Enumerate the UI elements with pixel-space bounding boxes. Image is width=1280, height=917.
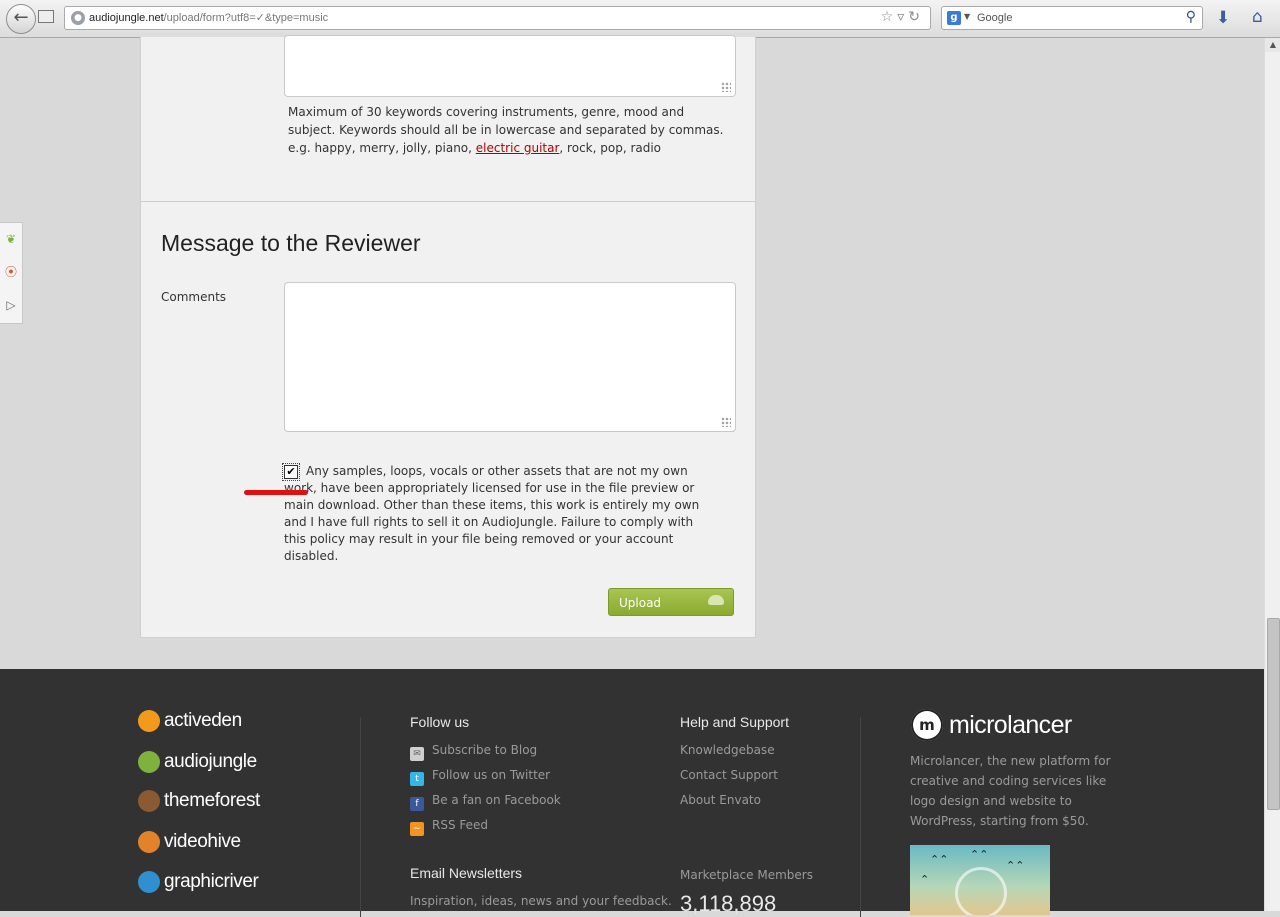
section-divider bbox=[141, 201, 755, 202]
bookmark-star-icon[interactable]: ☆ bbox=[881, 9, 898, 25]
microlancer-promo-image[interactable]: ⌃⌃ ⌃⌃ ⌃ ⌃⌃ bbox=[910, 845, 1050, 915]
globe-icon: ● bbox=[71, 11, 85, 25]
graphicriver-icon bbox=[138, 871, 160, 893]
reload-icon[interactable]: ↻ bbox=[908, 9, 924, 25]
keywords-textarea[interactable] bbox=[284, 35, 736, 97]
members-count: 3,118,898 bbox=[680, 891, 777, 916]
url-actions: ☆▿↻ bbox=[881, 9, 924, 25]
rss-icon: ∼ bbox=[410, 822, 424, 836]
videohive-icon bbox=[138, 831, 160, 853]
brand-videohive[interactable]: videohive bbox=[138, 826, 241, 858]
scroll-thumb[interactable] bbox=[1267, 618, 1280, 810]
keywords-hint: Maximum of 30 keywords covering instrume… bbox=[288, 105, 724, 155]
cloud-upload-icon bbox=[708, 595, 724, 605]
microlancer-icon: m bbox=[911, 709, 943, 741]
brand-activeden[interactable]: activeden bbox=[138, 705, 242, 737]
facebook-link[interactable]: f Be a fan on Facebook bbox=[410, 793, 561, 811]
follow-title: Follow us bbox=[410, 714, 470, 730]
bird-icon: ⌃⌃ bbox=[1006, 859, 1025, 872]
footer-divider bbox=[860, 717, 861, 917]
lifering-icon[interactable]: ⦿ bbox=[0, 256, 22, 289]
brand-themeforest[interactable]: themeforest bbox=[138, 785, 260, 817]
google-icon[interactable]: g bbox=[947, 11, 961, 25]
knowledgebase-link[interactable]: Knowledgebase bbox=[680, 743, 775, 757]
scroll-up-icon[interactable]: ▲ bbox=[1265, 38, 1280, 52]
footer-divider bbox=[360, 717, 361, 917]
bird-icon: ⌃⌃ bbox=[930, 853, 949, 866]
tab-groups-icon[interactable] bbox=[38, 10, 54, 23]
microlancer-description: Microlancer, the new platform for creati… bbox=[910, 754, 1111, 828]
brand-graphicriver[interactable]: graphicriver bbox=[138, 866, 259, 898]
upload-label: Upload bbox=[619, 596, 662, 610]
annotation-underline bbox=[244, 490, 308, 495]
back-button[interactable]: ← bbox=[6, 4, 36, 34]
about-envato-link[interactable]: About Envato bbox=[680, 793, 761, 807]
downloads-icon[interactable]: ⬇ bbox=[1216, 8, 1230, 28]
upload-button[interactable]: Upload bbox=[608, 588, 734, 616]
support-title: Help and Support bbox=[680, 714, 789, 730]
upload-form-panel: Maximum of 30 keywords covering instrume… bbox=[140, 35, 756, 638]
microlancer-logo[interactable]: m microlancer bbox=[911, 709, 1072, 741]
rss-link[interactable]: ∼ RSS Feed bbox=[410, 818, 488, 836]
search-bar[interactable]: g ▼ Google ⚲ bbox=[941, 6, 1203, 30]
comments-textarea[interactable] bbox=[284, 282, 736, 432]
members-label: Marketplace Members bbox=[680, 868, 813, 882]
twitter-link[interactable]: t Follow us on Twitter bbox=[410, 768, 550, 786]
search-input[interactable]: Google bbox=[977, 12, 1012, 24]
comments-label: Comments bbox=[161, 290, 227, 304]
bird-icon: ⌃ bbox=[920, 873, 930, 886]
brand-audiojungle[interactable]: audiojungle bbox=[138, 746, 257, 778]
mail-icon: ✉ bbox=[410, 747, 424, 761]
megaphone-icon[interactable]: ▷ bbox=[0, 289, 22, 322]
newsletters-text: Inspiration, ideas, news and your feedba… bbox=[410, 894, 672, 908]
audiojungle-icon bbox=[138, 751, 160, 773]
twitter-icon: t bbox=[410, 772, 424, 786]
page-scrollbar[interactable]: ▲ bbox=[1264, 38, 1280, 911]
keyword-example-link[interactable]: electric guitar bbox=[476, 141, 560, 155]
section-title: Message to the Reviewer bbox=[161, 230, 421, 256]
address-bar[interactable]: ● audiojungle.net/upload/form?utf8=✓&typ… bbox=[64, 6, 931, 30]
subscribe-blog-link[interactable]: ✉ Subscribe to Blog bbox=[410, 743, 537, 761]
wordpress-icon bbox=[955, 867, 1007, 915]
consent-text: Any samples, loops, vocals or other asse… bbox=[284, 464, 700, 563]
facebook-icon: f bbox=[410, 797, 424, 811]
leaf-icon[interactable]: ❦ bbox=[0, 223, 22, 256]
resize-grip-icon[interactable] bbox=[721, 417, 731, 427]
side-widget: ❦ ⦿ ▷ bbox=[0, 222, 23, 324]
newsletters-title: Email Newsletters bbox=[410, 865, 523, 881]
contact-support-link[interactable]: Contact Support bbox=[680, 768, 778, 782]
search-icon[interactable]: ⚲ bbox=[1186, 9, 1196, 25]
browser-toolbar: ← ● audiojungle.net/upload/form?utf8=✓&t… bbox=[0, 0, 1280, 38]
activeden-icon bbox=[138, 710, 160, 732]
url-text[interactable]: audiojungle.net/upload/form?utf8=✓&type=… bbox=[89, 11, 328, 24]
dropdown-icon[interactable]: ▿ bbox=[897, 9, 908, 25]
resize-grip-icon[interactable] bbox=[721, 82, 731, 92]
engine-dropdown-icon[interactable]: ▼ bbox=[964, 12, 970, 21]
consent-checkbox[interactable]: ✔ bbox=[282, 463, 300, 481]
bird-icon: ⌃⌃ bbox=[970, 848, 989, 861]
themeforest-icon bbox=[138, 790, 160, 812]
home-icon[interactable]: ⌂ bbox=[1252, 7, 1263, 27]
site-footer: activeden audiojungle themeforest videoh… bbox=[0, 669, 1264, 917]
